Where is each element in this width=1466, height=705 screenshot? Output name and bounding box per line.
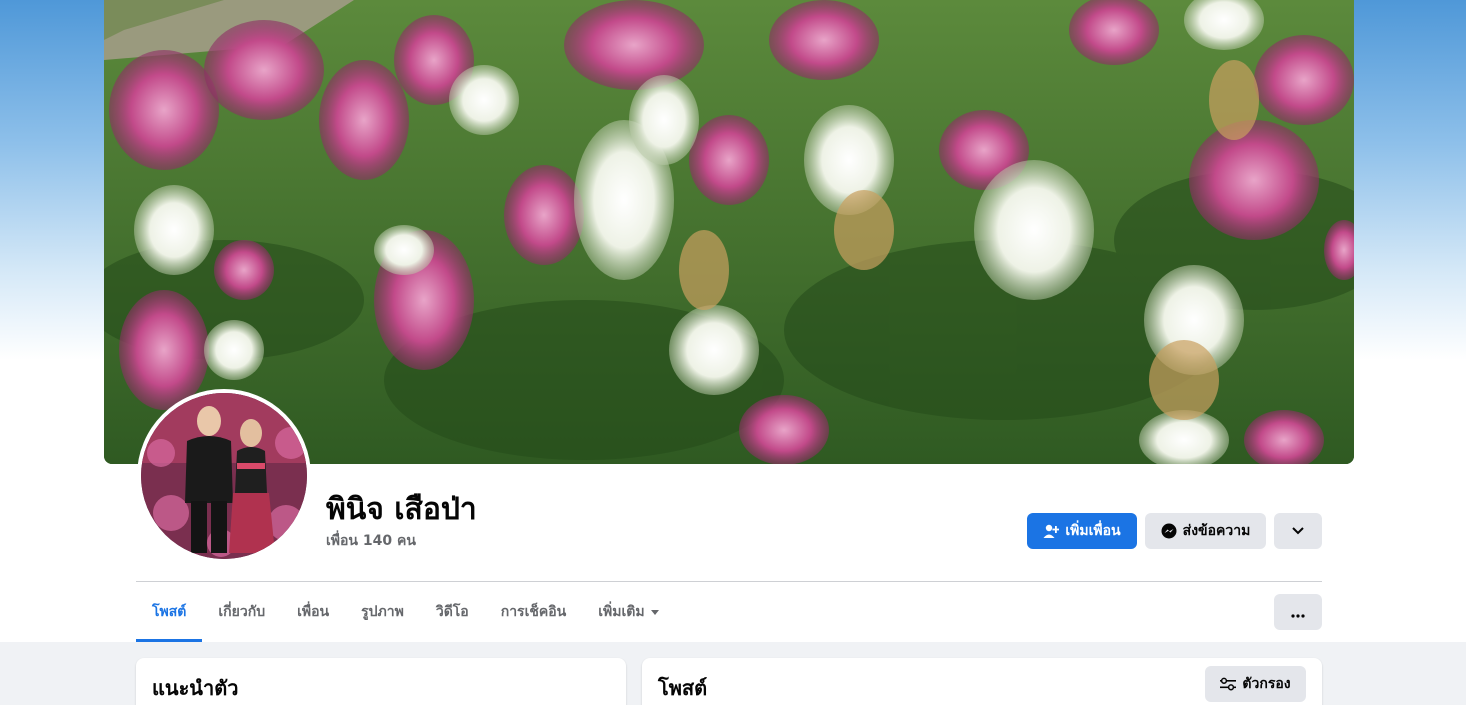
- intro-card: แนะนำตัว: [136, 658, 626, 705]
- posts-card: โพสต์ ตัวกรอง: [642, 658, 1322, 705]
- person-add-icon: [1043, 523, 1060, 539]
- friends-count[interactable]: เพื่อน 140 คน: [326, 530, 416, 552]
- messenger-icon: [1161, 523, 1177, 539]
- tab-label: โพสต์: [152, 604, 187, 620]
- profile-name: พินิจ เสือป่า: [326, 492, 477, 527]
- tab-photos[interactable]: รูปภาพ: [345, 582, 420, 642]
- ellipsis-icon: [1291, 602, 1305, 623]
- message-button[interactable]: ส่งข้อความ: [1145, 513, 1266, 549]
- filter-button[interactable]: ตัวกรอง: [1205, 666, 1306, 702]
- caret-down-icon: [650, 609, 659, 615]
- filter-label: ตัวกรอง: [1242, 676, 1291, 692]
- cover-photo[interactable]: [104, 0, 1354, 464]
- message-label: ส่งข้อความ: [1182, 523, 1251, 539]
- profile-options-button[interactable]: [1274, 513, 1322, 549]
- posts-title: โพสต์: [658, 676, 708, 700]
- filter-sliders-icon: [1220, 677, 1237, 691]
- avatar: [141, 393, 307, 559]
- chevron-down-icon: [1292, 523, 1304, 539]
- add-friend-button[interactable]: เพิ่มเพื่อน: [1027, 513, 1137, 549]
- tab-about[interactable]: เกี่ยวกับ: [202, 582, 281, 642]
- tab-checkins[interactable]: การเช็คอิน: [485, 582, 583, 642]
- tab-label: วิดีโอ: [435, 604, 469, 620]
- tab-videos[interactable]: วิดีโอ: [420, 582, 485, 642]
- tab-label: เกี่ยวกับ: [218, 604, 266, 620]
- tab-label: การเช็คอิน: [500, 604, 567, 620]
- add-friend-label: เพิ่มเพื่อน: [1065, 523, 1121, 539]
- tab-more[interactable]: เพิ่มเติม: [582, 582, 674, 642]
- profile-picture[interactable]: [137, 389, 311, 563]
- more-options-button[interactable]: [1274, 594, 1322, 630]
- tab-label: เพิ่มเติม: [598, 604, 645, 620]
- tab-label: รูปภาพ: [361, 604, 404, 620]
- profile-tabs: โพสต์ เกี่ยวกับ เพื่อน รูปภาพ วิดีโอ การ…: [136, 582, 675, 642]
- tab-posts[interactable]: โพสต์: [136, 582, 203, 642]
- tab-friends[interactable]: เพื่อน: [281, 582, 345, 642]
- intro-title: แนะนำตัว: [152, 676, 239, 700]
- tab-label: เพื่อน: [297, 604, 330, 620]
